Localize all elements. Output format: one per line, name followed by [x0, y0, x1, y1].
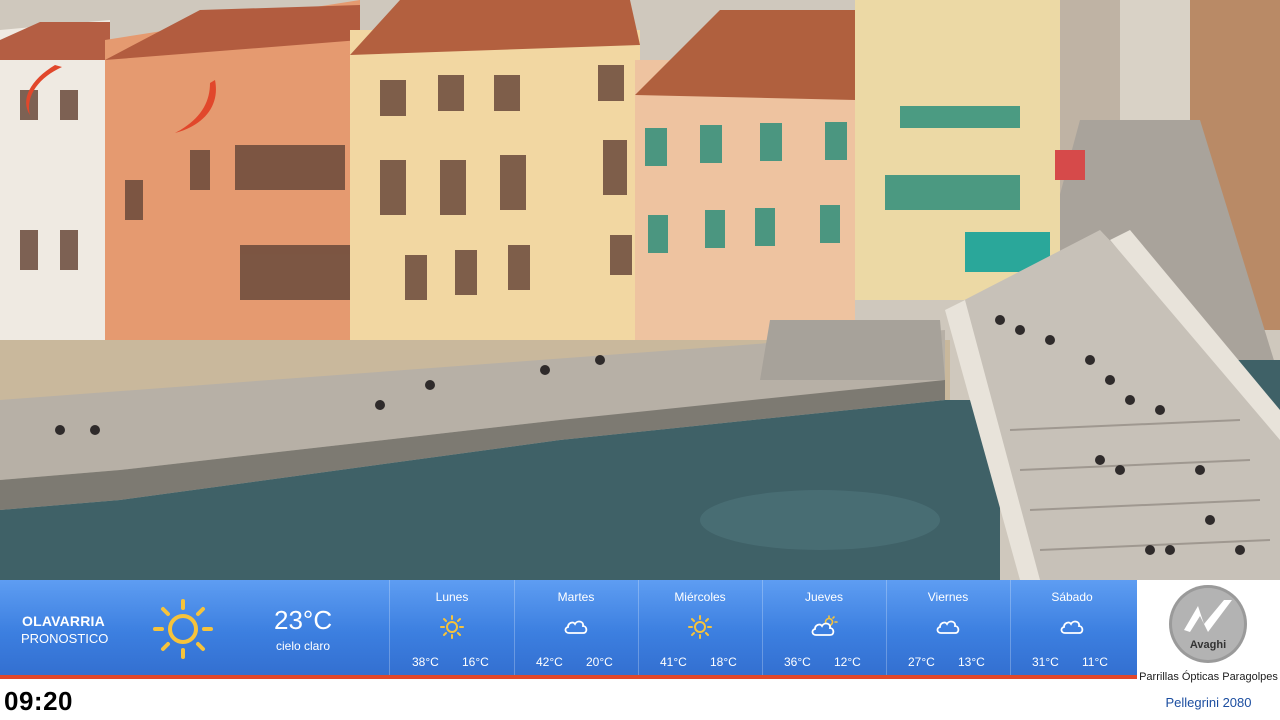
day-name: Jueves	[804, 590, 844, 604]
day-name: Viernes	[927, 590, 969, 604]
sun-icon	[440, 615, 464, 639]
day-name: Miércoles	[674, 590, 726, 604]
day-name: Lunes	[435, 590, 469, 604]
day-min-temp: 18°C	[710, 655, 737, 669]
forecast-day: Lunes 38°C 16°C	[390, 580, 514, 676]
day-min-temp: 11°C	[1082, 655, 1108, 669]
sun-icon	[153, 599, 213, 659]
day-max-temp: 27°C	[908, 655, 935, 669]
day-name: Sábado	[1051, 590, 1093, 604]
cloud-icon	[1060, 620, 1084, 634]
day-min-temp: 13°C	[958, 655, 985, 669]
day-max-temp: 42°C	[536, 655, 563, 669]
weather-forecast-bar: OLAVARRIA PRONOSTICO 23°C cielo claro Lu…	[0, 580, 1137, 676]
forecast-day: Martes 42°C 20°C	[514, 580, 638, 676]
day-max-temp: 41°C	[660, 655, 687, 669]
forecast-label: PRONOSTICO	[21, 631, 109, 646]
day-min-temp: 16°C	[462, 655, 489, 669]
avaghi-logo: Avaghi	[1169, 585, 1247, 663]
day-min-temp: 12°C	[834, 655, 861, 669]
sun-icon	[688, 615, 712, 639]
forecast-day: Viernes 27°C 13°C	[886, 580, 1010, 676]
city-name: OLAVARRIA	[22, 613, 105, 629]
sponsor-address: Pellegrini 2080	[1165, 695, 1252, 710]
day-max-temp: 31°C	[1032, 655, 1059, 669]
sponsor-box: Avaghi Parrillas Ópticas Paragolpes Pell…	[1137, 580, 1280, 720]
cloud-icon	[936, 620, 960, 634]
forecast-day: Jueves 36°C 12°C	[762, 580, 886, 676]
accent-divider	[0, 675, 1137, 679]
forecast-day: Miércoles 41°C 18°C	[638, 580, 762, 676]
channel-swoosh-logo	[26, 65, 216, 133]
cloud-icon	[564, 620, 588, 634]
day-name: Martes	[557, 590, 595, 604]
current-description: cielo claro	[276, 639, 331, 653]
sponsor-services: Parrillas Ópticas Paragolpes	[1139, 671, 1278, 683]
sun-cloud-icon	[811, 615, 838, 636]
current-temperature: 23°C	[274, 605, 333, 635]
clock-time: 09:20	[4, 686, 73, 716]
day-max-temp: 36°C	[784, 655, 811, 669]
webcam-overlay: OLAVARRIA PRONOSTICO 23°C cielo claro Lu…	[0, 0, 1280, 720]
logo-wordmark: Avaghi	[1190, 639, 1226, 651]
forecast-day: Sábado 31°C 11°C	[1010, 580, 1134, 676]
day-max-temp: 38°C	[412, 655, 439, 669]
day-min-temp: 20°C	[586, 655, 613, 669]
